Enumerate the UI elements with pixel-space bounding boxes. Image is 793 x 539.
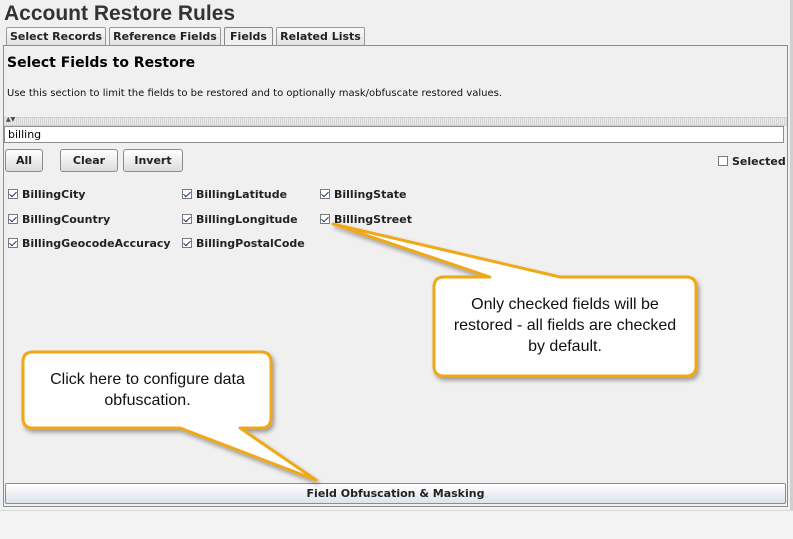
- splitter-arrows-icon[interactable]: ▲▼: [6, 116, 15, 124]
- field-checkbox-billinglatitude[interactable]: BillingLatitude: [182, 187, 287, 201]
- field-filter-input[interactable]: [4, 126, 784, 143]
- fields-panel: [3, 45, 788, 507]
- field-checkbox-billingstate[interactable]: BillingState: [320, 187, 407, 201]
- checkbox-checked-icon[interactable]: [8, 214, 18, 224]
- tab-reference-fields[interactable]: Reference Fields: [109, 27, 221, 45]
- clear-button[interactable]: Clear: [60, 149, 118, 172]
- selected-only-checkbox[interactable]: Selected: [718, 154, 786, 168]
- field-label: BillingLongitude: [196, 212, 298, 226]
- checkbox-checked-icon[interactable]: [8, 238, 18, 248]
- section-title: Select Fields to Restore: [7, 55, 196, 71]
- field-checkbox-billingcountry[interactable]: BillingCountry: [8, 212, 110, 226]
- callout-checked-fields-text: Only checked fields will be restored - a…: [453, 296, 677, 355]
- field-label: BillingState: [334, 187, 407, 201]
- checkbox-checked-icon[interactable]: [320, 189, 330, 199]
- field-checkbox-billingcity[interactable]: BillingCity: [8, 187, 85, 201]
- field-checkbox-billingstreet[interactable]: BillingStreet: [320, 212, 412, 226]
- field-label: BillingPostalCode: [196, 236, 305, 250]
- tab-fields[interactable]: Fields: [224, 27, 273, 46]
- checkbox-icon[interactable]: [718, 156, 728, 166]
- checkbox-checked-icon[interactable]: [8, 189, 18, 199]
- field-obfuscation-masking-button[interactable]: Field Obfuscation & Masking: [5, 483, 786, 504]
- field-label: BillingCountry: [22, 212, 111, 226]
- field-checkbox-billingpostalcode[interactable]: BillingPostalCode: [182, 236, 305, 250]
- field-label: BillingGeocodeAccuracy: [22, 236, 171, 250]
- window-title: Account Restore Rules: [4, 2, 236, 25]
- callout-obfuscation-text: Click here to configure data obfuscation…: [50, 371, 245, 409]
- checkbox-checked-icon[interactable]: [320, 214, 330, 224]
- select-all-button[interactable]: All: [5, 149, 43, 172]
- field-checkbox-billinglongitude[interactable]: BillingLongitude: [182, 212, 298, 226]
- checkbox-checked-icon[interactable]: [182, 189, 192, 199]
- checkbox-checked-icon[interactable]: [182, 238, 192, 248]
- field-label: BillingStreet: [334, 212, 412, 226]
- checkbox-checked-icon[interactable]: [182, 214, 192, 224]
- footer-strip: [0, 510, 793, 539]
- field-label: BillingLatitude: [196, 187, 288, 201]
- splitter-handle[interactable]: [4, 117, 787, 126]
- invert-button[interactable]: Invert: [123, 149, 183, 172]
- tab-select-records[interactable]: Select Records: [6, 27, 106, 45]
- field-checkbox-billinggeocodeaccuracy[interactable]: BillingGeocodeAccuracy: [8, 236, 171, 250]
- section-description: Use this section to limit the fields to …: [7, 88, 503, 99]
- selected-only-label: Selected: [732, 154, 786, 168]
- tab-related-lists[interactable]: Related Lists: [276, 27, 365, 45]
- field-label: BillingCity: [22, 187, 86, 201]
